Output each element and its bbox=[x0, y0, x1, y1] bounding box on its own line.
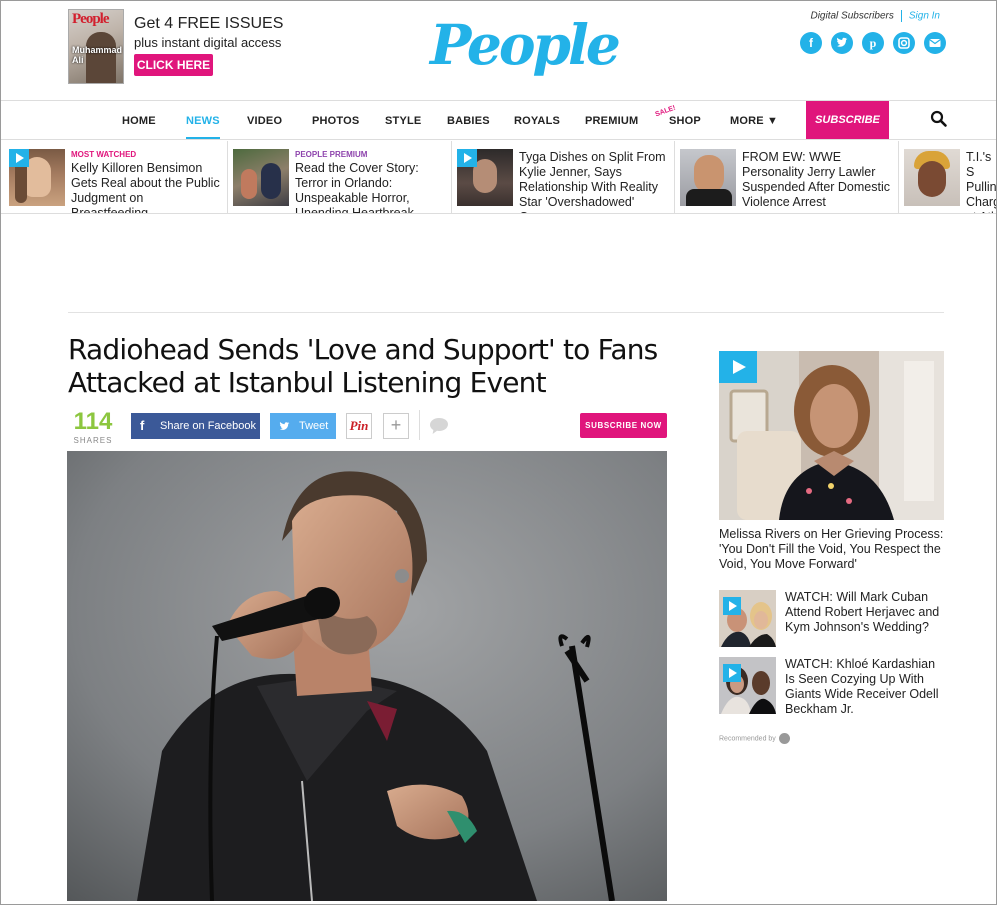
sign-in-link[interactable]: Sign In bbox=[909, 11, 940, 22]
facebook-icon[interactable]: f bbox=[800, 32, 822, 54]
share-facebook-label: Share on Facebook bbox=[160, 420, 257, 432]
trending-strip: MOST WATCHED Kelly Killoren Bensimon Get… bbox=[1, 141, 997, 214]
divider bbox=[68, 312, 944, 313]
search-icon[interactable] bbox=[930, 110, 948, 128]
magazine-cover-image[interactable]: People Muhammad Ali bbox=[68, 9, 124, 84]
trending-title: Kelly Killoren Bensimon Gets Real about … bbox=[71, 161, 220, 213]
article-headline: Radiohead Sends 'Love and Support' to Fa… bbox=[68, 333, 658, 399]
share-facebook-button[interactable]: f Share on Facebook bbox=[131, 413, 260, 439]
comment-icon[interactable] bbox=[429, 417, 449, 435]
trending-thumbnail bbox=[680, 149, 736, 206]
play-icon bbox=[457, 149, 477, 167]
digital-subscribers-link[interactable]: Digital Subscribers bbox=[810, 11, 893, 22]
nav-news[interactable]: NEWS bbox=[186, 101, 220, 139]
pinterest-button[interactable]: Pin bbox=[346, 413, 372, 439]
more-share-button[interactable]: + bbox=[383, 413, 409, 439]
divider bbox=[900, 10, 902, 22]
subscribe-button[interactable]: SUBSCRIBE bbox=[806, 101, 889, 139]
trending-card[interactable]: FROM EW: WWE Personality Jerry Lawler Su… bbox=[675, 141, 899, 213]
cover-logo: People bbox=[72, 11, 109, 27]
click-here-button[interactable]: CLICK HERE bbox=[134, 54, 213, 76]
promo-subline: plus instant digital access bbox=[134, 35, 282, 50]
nav-video[interactable]: VIDEO bbox=[247, 101, 282, 139]
nav-more[interactable]: MORE ▼ bbox=[730, 101, 778, 139]
play-icon bbox=[723, 597, 741, 615]
account-links: Digital Subscribers Sign In bbox=[810, 10, 940, 22]
social-icons: f p bbox=[800, 32, 946, 54]
related-title: WATCH: Khloé Kardashian Is Seen Cozying … bbox=[785, 657, 939, 716]
related-title: WATCH: Will Mark Cuban Attend Robert Her… bbox=[785, 590, 940, 634]
play-icon bbox=[719, 351, 757, 383]
featured-video-caption[interactable]: Melissa Rivers on Her Grieving Process: … bbox=[719, 527, 947, 572]
trending-title: Tyga Dishes on Split From Kylie Jenner, … bbox=[519, 150, 666, 213]
trending-card[interactable]: MOST WATCHED Kelly Killoren Bensimon Get… bbox=[1, 141, 228, 213]
twitter-icon[interactable] bbox=[831, 32, 853, 54]
share-count-number: 114 bbox=[73, 408, 113, 435]
trending-tag: PEOPLE PREMIUM bbox=[295, 150, 368, 159]
nav-shop[interactable]: SHOP bbox=[669, 101, 701, 139]
related-video[interactable]: WATCH: Will Mark Cuban Attend Robert Her… bbox=[719, 590, 947, 650]
nav-photos[interactable]: PHOTOS bbox=[312, 101, 359, 139]
promo-headline: Get 4 FREE ISSUES bbox=[134, 15, 284, 32]
divider bbox=[419, 410, 420, 440]
trending-card[interactable]: PEOPLE PREMIUM Read the Cover Story: Ter… bbox=[228, 141, 452, 213]
tweet-label: Tweet bbox=[299, 420, 329, 432]
cover-name: Muhammad Ali bbox=[72, 45, 123, 65]
recommended-by-text: Recommended by bbox=[719, 735, 776, 743]
share-count: 114 SHARES bbox=[69, 408, 117, 445]
facebook-icon: f bbox=[140, 418, 145, 433]
nav-royals[interactable]: ROYALS bbox=[514, 101, 560, 139]
share-count-label: SHARES bbox=[73, 436, 113, 445]
trending-title: FROM EW: WWE Personality Jerry Lawler Su… bbox=[742, 150, 890, 209]
browser-page: People Muhammad Ali Get 4 FREE ISSUES pl… bbox=[0, 0, 997, 905]
instagram-icon[interactable] bbox=[893, 32, 915, 54]
pinterest-icon[interactable]: p bbox=[862, 32, 884, 54]
nav-babies[interactable]: BABIES bbox=[447, 101, 490, 139]
nav-premium[interactable]: PREMIUM bbox=[585, 101, 638, 139]
people-logo[interactable]: People bbox=[430, 11, 621, 79]
trending-card[interactable]: Tyga Dishes on Split From Kylie Jenner, … bbox=[452, 141, 675, 213]
tweet-button[interactable]: Tweet bbox=[270, 413, 336, 439]
trending-title: T.I.'s S Pullins Charg at Atl bbox=[966, 150, 997, 213]
trending-card[interactable]: T.I.'s S Pullins Charg at Atl bbox=[899, 141, 997, 213]
featured-video-thumbnail[interactable] bbox=[719, 351, 944, 520]
related-video[interactable]: WATCH: Khloé Kardashian Is Seen Cozying … bbox=[719, 657, 947, 717]
outbrain-icon bbox=[778, 733, 790, 744]
email-icon[interactable] bbox=[924, 32, 946, 54]
nav-style[interactable]: STYLE bbox=[385, 101, 421, 139]
article-hero-image bbox=[67, 451, 667, 901]
main-nav: HOME NEWS VIDEO PHOTOS STYLE BABIES ROYA… bbox=[1, 100, 996, 140]
play-icon bbox=[9, 149, 29, 167]
trending-title: Read the Cover Story: Terror in Orlando:… bbox=[295, 161, 419, 213]
trending-thumbnail bbox=[233, 149, 289, 206]
nav-home[interactable]: HOME bbox=[122, 101, 156, 139]
recommended-by-label[interactable]: Recommended by bbox=[719, 733, 790, 744]
subscribe-now-button[interactable]: SUBSCRIBE NOW bbox=[580, 413, 667, 438]
play-icon bbox=[723, 664, 741, 682]
trending-tag: MOST WATCHED bbox=[71, 150, 137, 159]
trending-thumbnail bbox=[904, 149, 960, 206]
twitter-icon bbox=[279, 422, 290, 430]
